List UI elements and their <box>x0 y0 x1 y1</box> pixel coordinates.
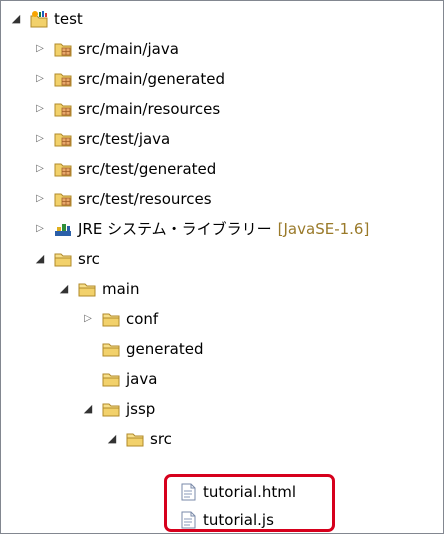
tree-node-generated[interactable]: ▷ generated <box>81 334 203 364</box>
expand-arrow-icon[interactable]: ◢ <box>9 12 23 26</box>
jssp-folder-label: jssp <box>126 400 156 418</box>
tree-node-source-folder[interactable]: ▷ src/test/generated <box>33 154 216 184</box>
tree-node-jssp-src[interactable]: ◢ src <box>105 424 172 454</box>
package-folder-icon <box>54 43 72 57</box>
expand-arrow-icon[interactable]: ▷ <box>33 72 47 86</box>
expand-arrow-icon[interactable]: ▷ <box>33 102 47 116</box>
tree-node-source-folder[interactable]: ▷ src/main/java <box>33 34 179 64</box>
project-explorer-tree: ◢ test ▷ src/main/java ▷ src/main/genera… <box>0 0 444 534</box>
expand-arrow-icon[interactable]: ◢ <box>105 432 119 446</box>
package-folder-icon <box>54 193 72 207</box>
file-label: tutorial.html <box>203 483 297 501</box>
library-icon <box>55 224 71 236</box>
package-folder-icon <box>54 133 72 147</box>
folder-icon <box>54 253 72 267</box>
jssp-src-folder-label: src <box>150 430 172 448</box>
package-folder-icon <box>54 163 72 177</box>
source-folder-label: src/test/resources <box>78 190 212 208</box>
tree-node-file[interactable]: tutorial.html <box>179 477 296 507</box>
source-folder-label: src/main/generated <box>78 70 225 88</box>
expand-arrow-icon[interactable]: ◢ <box>33 252 47 266</box>
project-label: test <box>54 10 83 28</box>
tree-node-src[interactable]: ◢ src <box>33 244 100 274</box>
expand-arrow-icon[interactable]: ◢ <box>81 402 95 416</box>
folder-icon <box>78 283 96 297</box>
expand-arrow-icon[interactable]: ◢ <box>57 282 71 296</box>
conf-folder-label: conf <box>126 310 159 328</box>
folder-icon <box>126 433 144 447</box>
file-icon <box>181 511 196 529</box>
folder-icon <box>102 403 120 417</box>
tree-node-conf[interactable]: ▷ conf <box>81 304 158 334</box>
generated-folder-label: generated <box>126 340 204 358</box>
tree-node-source-folder[interactable]: ▷ src/main/resources <box>33 94 220 124</box>
jre-version-label: [JavaSE-1.6] <box>277 220 370 238</box>
tree-node-project[interactable]: ◢ test <box>9 4 83 34</box>
tree-node-file[interactable]: tutorial.js <box>179 505 274 535</box>
java-project-icon <box>30 11 48 28</box>
folder-icon <box>102 313 120 327</box>
package-folder-icon <box>54 73 72 87</box>
tree-node-main[interactable]: ◢ main <box>57 274 140 304</box>
tree-node-java[interactable]: ▷ java <box>81 364 157 394</box>
expand-arrow-icon[interactable]: ▷ <box>33 192 47 206</box>
expand-arrow-icon[interactable]: ▷ <box>33 222 47 236</box>
folder-icon <box>102 343 120 357</box>
file-label: tutorial.js <box>203 511 274 529</box>
source-folder-label: src/test/java <box>78 130 171 148</box>
main-folder-label: main <box>102 280 140 298</box>
source-folder-label: src/main/java <box>78 40 179 58</box>
tree-node-jssp[interactable]: ◢ jssp <box>81 394 156 424</box>
package-folder-icon <box>54 103 72 117</box>
tree-node-source-folder[interactable]: ▷ src/test/java <box>33 124 170 154</box>
expand-arrow-icon[interactable]: ▷ <box>33 42 47 56</box>
expand-arrow-icon[interactable]: ▷ <box>33 162 47 176</box>
java-folder-label: java <box>126 370 158 388</box>
file-icon <box>181 483 196 501</box>
source-folder-label: src/main/resources <box>78 100 221 118</box>
tree-node-source-folder[interactable]: ▷ src/main/generated <box>33 64 225 94</box>
folder-icon <box>102 373 120 387</box>
tree-node-source-folder[interactable]: ▷ src/test/resources <box>33 184 212 214</box>
tree-node-jre-library[interactable]: ▷ JRE システム・ライブラリー [JavaSE-1.6] <box>33 214 369 244</box>
expand-arrow-icon[interactable]: ▷ <box>33 132 47 146</box>
jre-label: JRE システム・ライブラリー <box>78 220 272 238</box>
src-folder-label: src <box>78 250 100 268</box>
source-folder-label: src/test/generated <box>78 160 217 178</box>
expand-arrow-icon[interactable]: ▷ <box>81 312 95 326</box>
